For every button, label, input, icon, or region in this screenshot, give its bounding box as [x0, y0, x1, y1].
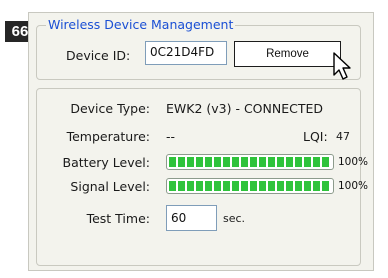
temperature-value: -- [166, 129, 176, 144]
lqi-label: LQI: [303, 129, 328, 144]
device-id-field[interactable]: 0C21D4FD [145, 41, 227, 65]
signal-level-label: Signal Level: [70, 179, 150, 194]
signal-level-bar [166, 178, 334, 194]
device-id-label: Device ID: [66, 48, 131, 63]
test-time-label: Test Time: [86, 211, 150, 226]
signal-level-fill [169, 181, 331, 191]
test-time-unit: sec. [223, 212, 246, 225]
device-type-label: Device Type: [70, 101, 150, 116]
battery-level-percent: 100% [338, 156, 369, 168]
temperature-label: Temperature: [66, 129, 150, 144]
group-title: Wireless Device Management [46, 17, 236, 33]
remove-button[interactable]: Remove [234, 41, 341, 67]
test-time-input[interactable]: 60 [166, 205, 217, 231]
battery-level-label: Battery Level: [62, 155, 150, 170]
lqi-value: 47 [336, 130, 350, 143]
mouse-pointer-icon [333, 52, 351, 80]
device-type-value: EWK2 (v3) - CONNECTED [166, 101, 323, 116]
signal-level-percent: 100% [338, 180, 369, 192]
battery-level-fill [169, 157, 331, 167]
battery-level-bar [166, 154, 334, 170]
